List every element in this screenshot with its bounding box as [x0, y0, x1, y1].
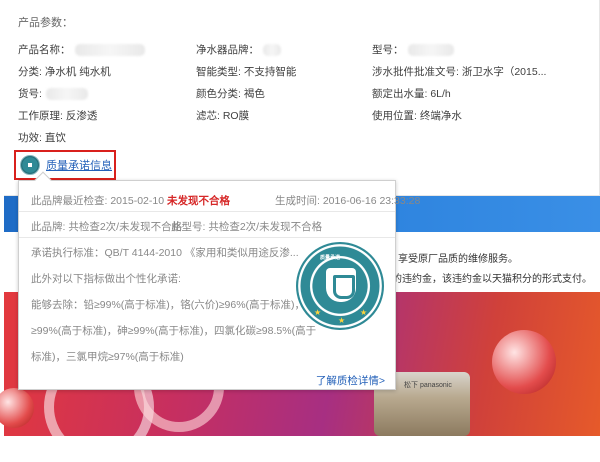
divider: [19, 211, 395, 212]
param-brand: 净水器品牌：: [196, 42, 281, 57]
redacted-value: [74, 44, 145, 57]
redacted-value: [45, 88, 88, 101]
standard-text: 承诺执行标准：QB/T 4144-2010 《家用和类似用途反渗...: [31, 247, 299, 259]
quality-promise-link[interactable]: 质量承诺信息: [14, 150, 116, 180]
param-principle: 工作原理: 反渗透: [18, 110, 98, 122]
promo-text-panel: 享受原厂品质的维修服务。 的违约金，该违约金以天猫积分的形式支付。: [392, 232, 600, 292]
removal-line-3: 标准)，三氯甲烷≥97%(高于标准): [31, 351, 184, 363]
removal-line-2: ≥99%(高于标准)，砷≥99%(高于标准)，四氯化碳≥98.5%(高于: [31, 325, 317, 337]
redacted-value: [407, 44, 454, 57]
param-smart-type: 智能类型: 不支持智能: [196, 66, 297, 78]
seal-star: ★: [360, 308, 368, 317]
seal-shield: [326, 268, 356, 302]
param-model: 型号：: [372, 42, 454, 57]
decor-ball: [492, 330, 556, 394]
param-flow-rate: 额定出水量: 6L/h: [372, 88, 451, 100]
params-title: 产品参数：: [18, 17, 73, 29]
param-item-number: 货号:: [18, 86, 88, 101]
param-effect: 功效: 直饮: [18, 132, 66, 144]
product-params-panel: 产品参数： 产品名称： 净水器品牌： 型号： 分类: 净水机 纯水机 智能类型:…: [4, 0, 600, 196]
redacted-value: [263, 44, 281, 57]
quality-details-link[interactable]: 了解质检详情>: [316, 373, 385, 388]
brand-check-count: 此品牌: 共检查2次/未发现不合格: [31, 221, 183, 233]
removal-line-1: 能够去除：铅≥99%(高于标准)，铬(六价)≥96%(高于标准)，镉: [31, 299, 316, 311]
inspection-result: 未发现不合格: [166, 195, 230, 207]
param-filter: 滤芯: RO膜: [196, 110, 250, 122]
param-approval-number: 涉水批件批准文号: 浙卫水字（2015...: [372, 66, 547, 78]
param-location: 使用位置: 终端净水: [372, 110, 462, 122]
param-color: 颜色分类: 褐色: [196, 88, 265, 100]
quality-promise-seal-icon: 质量承诺 ★ ★ ★: [296, 242, 384, 330]
quality-seal-icon: [20, 155, 40, 175]
quality-promise-label[interactable]: 质量承诺信息: [46, 157, 112, 173]
generated-time: 生成时间: 2016-06-16 23:33:28: [275, 195, 421, 207]
promo-service-text: 享受原厂品质的维修服务。: [398, 254, 518, 265]
param-product-name: 产品名称：: [18, 42, 145, 57]
extra-promise-text: 此外对以下指标做出个性化承诺:: [31, 273, 181, 285]
model-check-count: 此型号: 共检查2次/未发现不合格: [171, 221, 323, 233]
product-brand-label: 松下 panasonic: [404, 382, 452, 389]
seal-star: ★: [338, 316, 346, 325]
param-category: 分类: 净水机 纯水机: [18, 66, 111, 78]
seal-star: ★: [314, 308, 322, 317]
divider: [19, 237, 395, 238]
promo-penalty-text: 的违约金，该违约金以天猫积分的形式支付。: [392, 274, 592, 285]
decor-ball: [0, 388, 34, 428]
seal-ring-text: 质量承诺: [320, 255, 341, 261]
last-inspection: 此品牌最近检查: 2015-02-10 未发现不合格: [31, 195, 230, 207]
